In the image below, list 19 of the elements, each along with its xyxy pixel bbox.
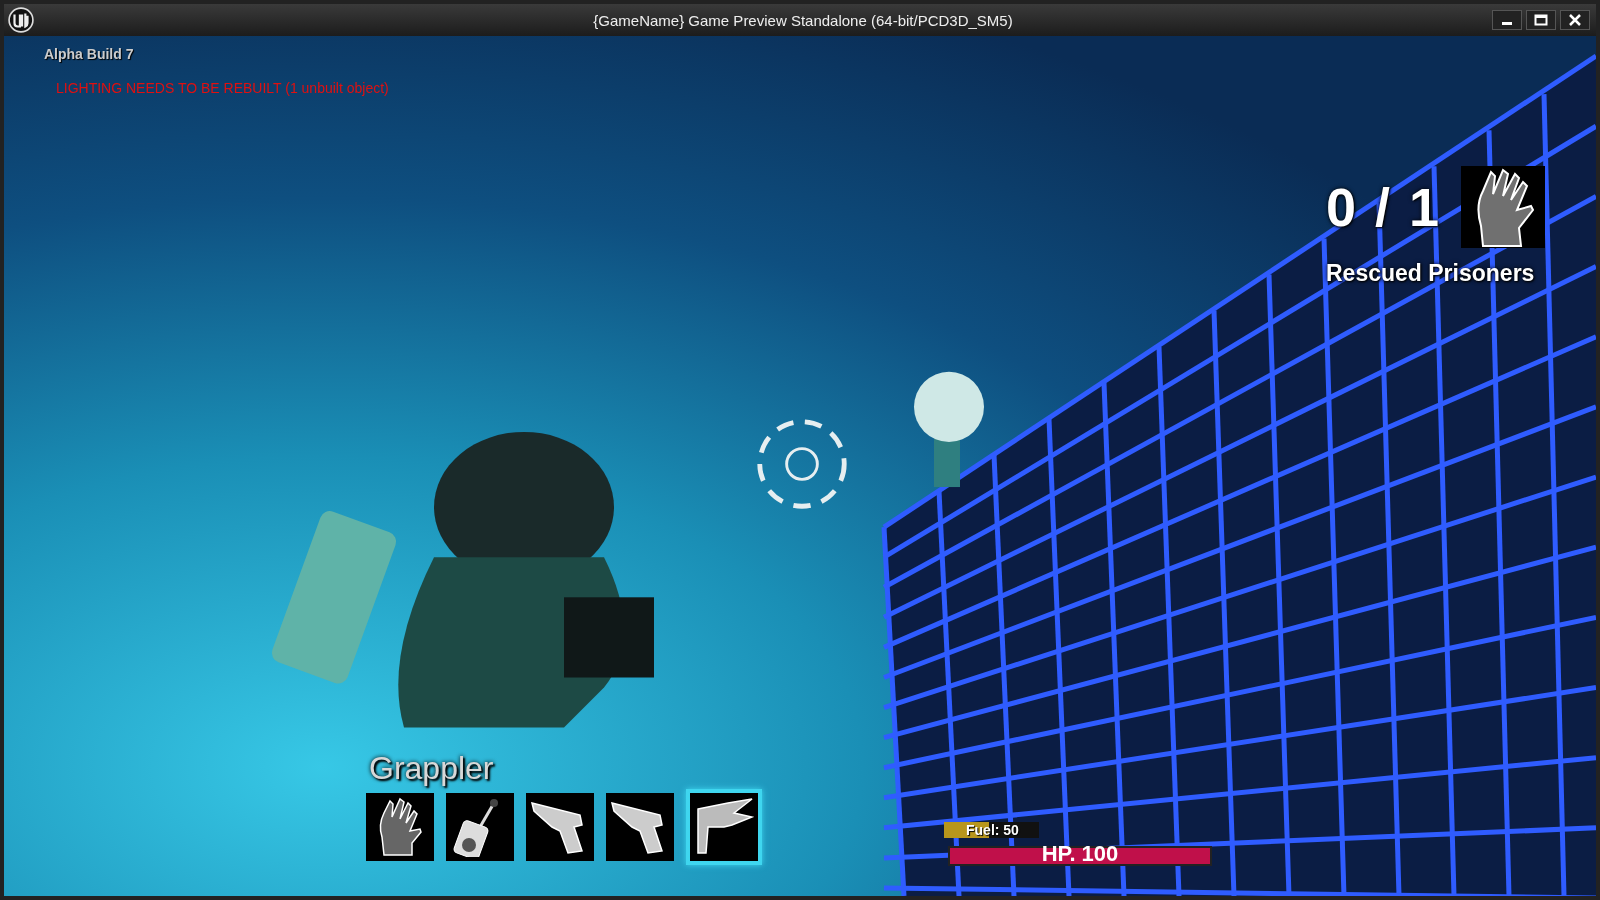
close-icon	[1568, 13, 1582, 27]
maximize-button[interactable]	[1526, 10, 1556, 30]
minimize-icon	[1502, 21, 1512, 25]
weapon-name: Grappler	[369, 750, 495, 787]
weapon-slot[interactable]	[686, 789, 762, 865]
close-button[interactable]	[1560, 10, 1590, 30]
build-label: Alpha Build 7	[44, 46, 134, 62]
minimize-button[interactable]	[1492, 10, 1522, 30]
weapon-slot[interactable]	[366, 793, 434, 861]
hand-icon	[1461, 166, 1546, 248]
lighting-warning: LIGHTING NEEDS TO BE REBUILT (1 unbuilt object)	[56, 80, 389, 96]
maximize-icon	[1534, 13, 1548, 27]
weapon-slot[interactable]	[606, 793, 674, 861]
spike-gun-icon	[694, 797, 754, 857]
window-title: {GameName} Game Preview Standalone (64-bit/PCD3D_SM5)	[592, 11, 1014, 29]
engine-logo-icon	[8, 7, 34, 33]
weapon-slot[interactable]	[446, 793, 514, 861]
health-label: HP. 100	[1040, 842, 1120, 866]
weapon-slot[interactable]	[526, 793, 594, 861]
